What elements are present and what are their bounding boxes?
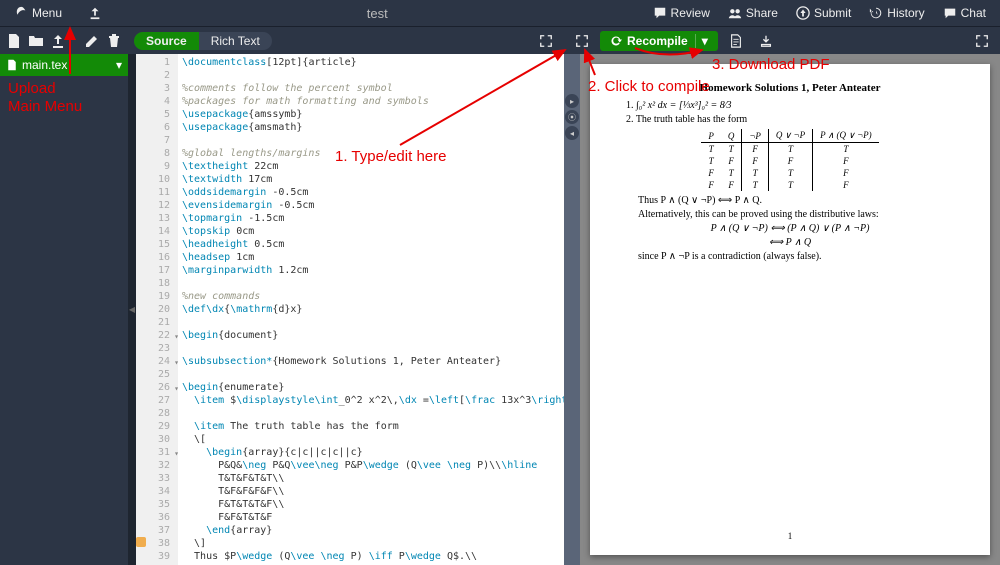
- truth-table: PQ¬PQ ∨ ¬PP ∧ (Q ∨ ¬P)TTFTTTFFFFFTTTFFFT…: [701, 129, 878, 191]
- chevron-left-icon: ◀: [129, 305, 135, 314]
- collapse-sidebar[interactable]: ◀: [128, 54, 136, 565]
- editor-mode-tabs: Source Rich Text: [134, 32, 272, 50]
- history-button[interactable]: History: [861, 3, 932, 23]
- file-menu-icon[interactable]: ▾: [116, 58, 122, 72]
- file-tree: main.tex ▾: [0, 54, 128, 565]
- project-title[interactable]: test: [110, 6, 645, 21]
- menu-button[interactable]: Menu: [6, 3, 70, 23]
- upload-icon: [88, 6, 102, 20]
- menu-label: Menu: [32, 6, 62, 20]
- submit-icon: [796, 6, 810, 20]
- upload-button[interactable]: [80, 3, 110, 23]
- pdf-preview[interactable]: Homework Solutions 1, Peter Anteater 1. …: [580, 54, 1000, 565]
- topbar: Menu test Review Share Submit History Ch…: [0, 0, 1000, 26]
- line-gutter: 12345678910111213141516171819202122▾2324…: [136, 54, 178, 565]
- main: main.tex ▾ ◀ 123456789101112131415161718…: [0, 54, 1000, 565]
- expand-pdf-icon[interactable]: [970, 30, 994, 52]
- new-folder-icon[interactable]: [28, 33, 44, 49]
- share-button[interactable]: Share: [720, 3, 786, 23]
- pdf-altmath1: P ∧ (Q ∨ ¬P) ⟺ (P ∧ Q) ∨ (P ∧ ¬P): [614, 223, 966, 234]
- sync-right-icon[interactable]: ▸: [565, 94, 579, 108]
- pdf-item-1: 1. ∫₀² x² dx = [⅓x³]₀² = 8⁄3: [626, 100, 966, 111]
- code-content[interactable]: \documentclass[12pt]{article} %comments …: [178, 54, 564, 565]
- expand-editor-icon[interactable]: [534, 30, 558, 52]
- logs-icon[interactable]: [724, 30, 748, 52]
- history-icon: [869, 6, 883, 20]
- rename-icon[interactable]: [84, 33, 100, 49]
- upload-file-icon[interactable]: [50, 33, 66, 49]
- file-main-tex[interactable]: main.tex ▾: [0, 54, 128, 76]
- pdf-since: since P ∧ ¬P is a contradiction (always …: [638, 251, 966, 262]
- recompile-icon: [610, 35, 622, 47]
- recompile-button[interactable]: Recompile ▾: [600, 31, 718, 51]
- collapse-pdf-icon[interactable]: [570, 30, 594, 52]
- tab-rich-text[interactable]: Rich Text: [199, 32, 272, 50]
- download-pdf-icon[interactable]: [754, 30, 778, 52]
- pdf-thus: Thus P ∧ (Q ∨ ¬P) ⟺ P ∧ Q.: [638, 195, 966, 206]
- pdf-altmath2: ⟺ P ∧ Q: [614, 237, 966, 248]
- delete-icon[interactable]: [106, 33, 122, 49]
- pdf-alt: Alternatively, this can be proved using …: [638, 209, 966, 220]
- pdf-title: Homework Solutions 1, Peter Anteater: [614, 82, 966, 94]
- pdf-item-2: 2. The truth table has the form: [626, 114, 966, 125]
- share-icon: [728, 6, 742, 20]
- toolbar: Source Rich Text Recompile ▾: [0, 26, 1000, 54]
- submit-button[interactable]: Submit: [788, 3, 859, 23]
- tab-source[interactable]: Source: [134, 32, 199, 50]
- overleaf-icon: [14, 6, 28, 20]
- chat-icon: [943, 6, 957, 20]
- review-icon: [653, 6, 667, 20]
- sync-left-icon[interactable]: ◂: [565, 126, 579, 140]
- code-editor[interactable]: 12345678910111213141516171819202122▾2324…: [136, 54, 564, 565]
- pdf-page: Homework Solutions 1, Peter Anteater 1. …: [590, 64, 990, 555]
- review-button[interactable]: Review: [645, 3, 718, 23]
- pdf-pagenum: 1: [590, 531, 990, 541]
- sync-handle-icon[interactable]: ⦿: [565, 110, 579, 124]
- pane-divider[interactable]: ▸ ⦿ ◂: [564, 54, 580, 565]
- file-icon: [6, 59, 18, 71]
- recompile-dropdown-icon[interactable]: ▾: [695, 34, 708, 48]
- chat-button[interactable]: Chat: [935, 3, 994, 23]
- new-file-icon[interactable]: [6, 33, 22, 49]
